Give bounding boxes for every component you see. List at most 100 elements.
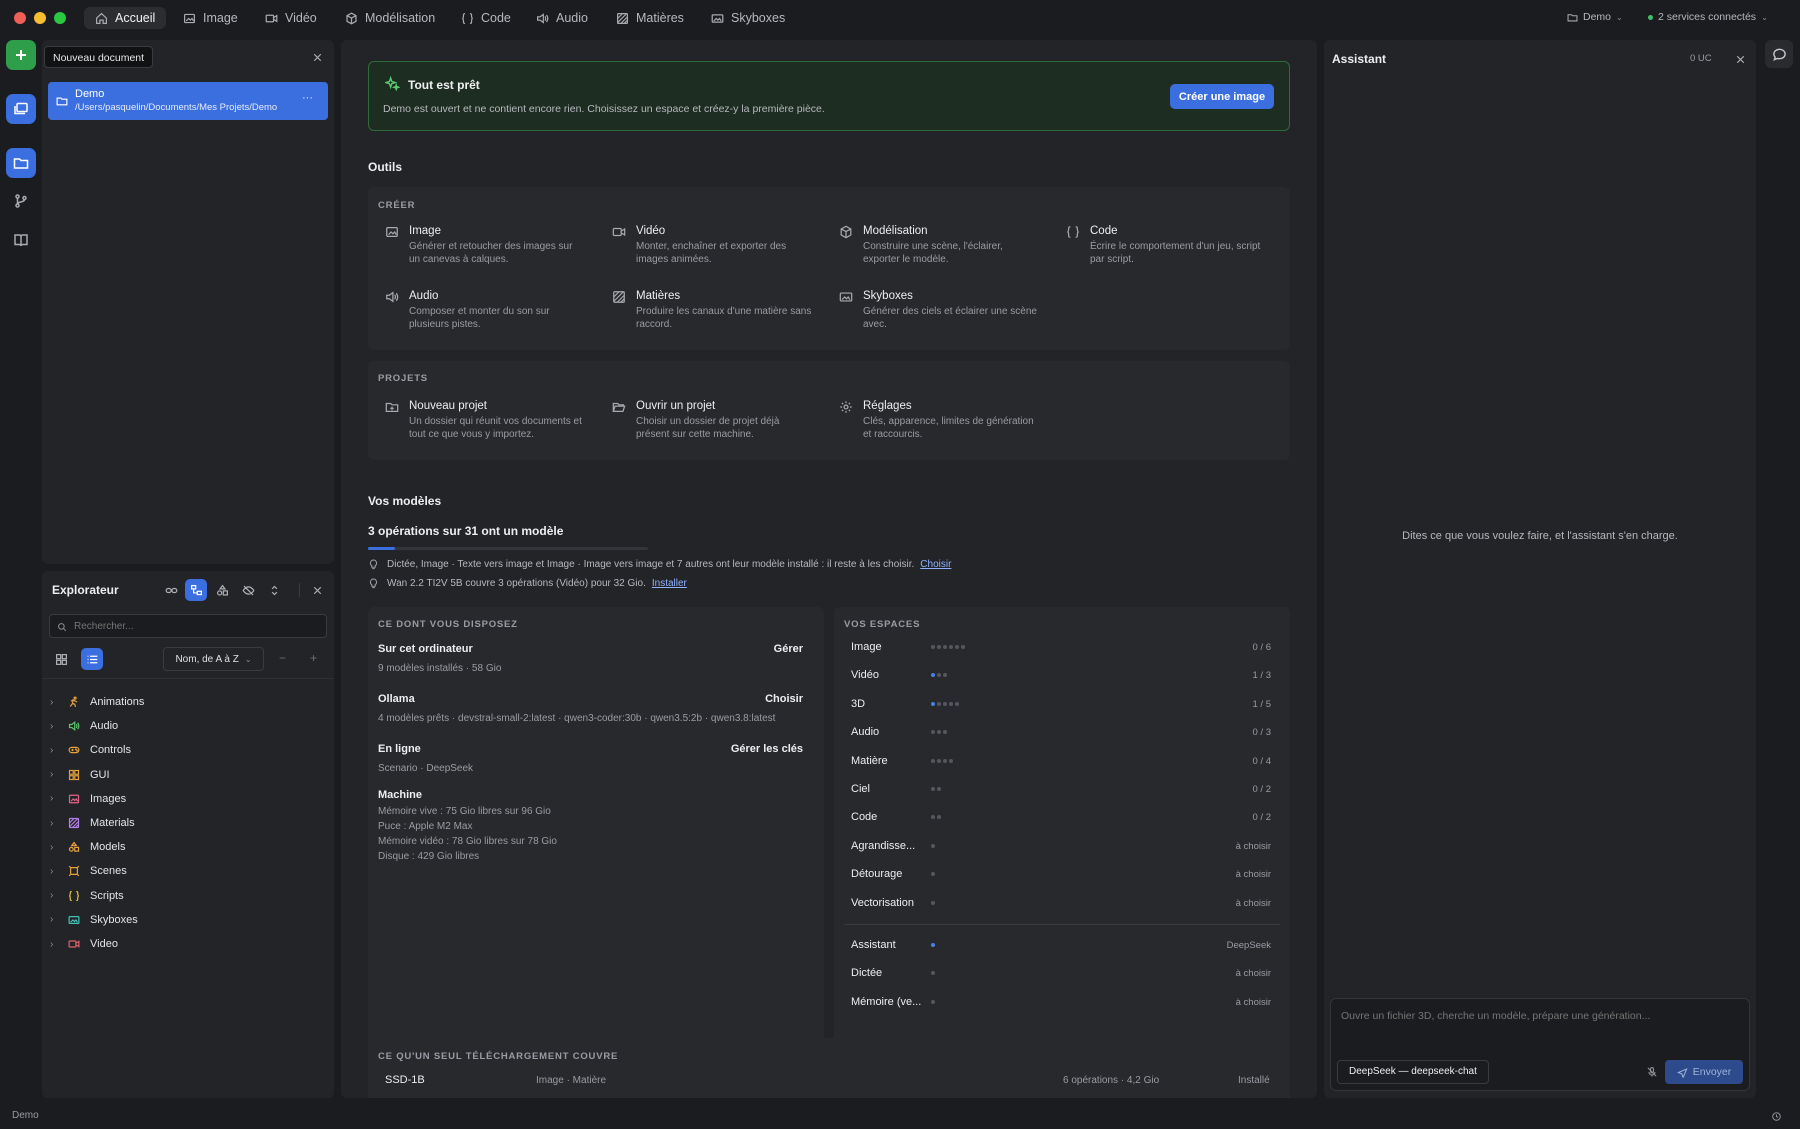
tab-code[interactable]: Code bbox=[450, 7, 522, 29]
search-input[interactable] bbox=[49, 614, 327, 638]
tree-item[interactable]: › Audio bbox=[50, 716, 118, 736]
divider bbox=[844, 924, 1280, 925]
space-name: Image bbox=[851, 641, 882, 653]
space-name: Détourage bbox=[851, 868, 903, 881]
tree-item[interactable]: › Animations bbox=[50, 692, 144, 712]
video-icon bbox=[68, 940, 80, 948]
status-dot bbox=[955, 645, 959, 649]
hide-button[interactable] bbox=[237, 579, 259, 601]
tool-braces[interactable]: Code Écrire le comportement d'un jeu, scr… bbox=[1067, 225, 1300, 266]
tree-item[interactable]: › Controls bbox=[50, 740, 131, 760]
history-icon[interactable] bbox=[1771, 1111, 1782, 1122]
close-window-button[interactable] bbox=[14, 12, 26, 24]
tree-item[interactable]: › GUI bbox=[50, 765, 110, 785]
maximize-window-button[interactable] bbox=[54, 12, 66, 24]
project-item-demo[interactable]: Demo /Users/pasquelin/Documents/Mes Proj… bbox=[48, 82, 328, 120]
speaker-icon bbox=[537, 12, 549, 24]
space-dots bbox=[931, 673, 947, 678]
space-dots bbox=[931, 701, 959, 706]
project-action-2[interactable]: Réglages Clés, apparence, limites de géné… bbox=[840, 400, 1073, 441]
tree-item[interactable]: › Models bbox=[50, 837, 125, 857]
status-dot-icon bbox=[1648, 14, 1653, 20]
tool-texture[interactable]: Matières Produire les canaux d'une matièr… bbox=[613, 290, 846, 331]
space-dots bbox=[931, 815, 941, 820]
tab-modelisation[interactable]: Modélisation bbox=[334, 7, 446, 29]
space-value: 1 / 3 bbox=[1252, 670, 1272, 682]
tab-skyboxes[interactable]: Skyboxes bbox=[700, 7, 796, 29]
project-menu[interactable]: Demo ⌄ bbox=[1567, 11, 1623, 23]
tab-accueil[interactable]: Accueil bbox=[84, 7, 167, 29]
models-hint-2: Wan 2.2 TI2V 5B couvre 3 opérations (Vid… bbox=[387, 578, 687, 589]
tool-panorama[interactable]: Skyboxes Générer des ciels et éclairer un… bbox=[839, 290, 1073, 331]
manage-keys-button[interactable]: Gérer les clés bbox=[731, 743, 803, 755]
services-status[interactable]: 2 services connectés ⌄ bbox=[1648, 11, 1768, 23]
project-action-1[interactable]: Ouvrir un projet Choisir un dossier de pr… bbox=[612, 400, 846, 441]
computer-detail: 9 modèles installés · 58 Gio bbox=[378, 663, 502, 674]
tab-video[interactable]: Vidéo bbox=[254, 7, 328, 29]
link-button[interactable] bbox=[160, 579, 182, 601]
download-card-body: CE QU'UN SEUL TÉLÉCHARGEMENT COUVRE SSD-… bbox=[368, 1038, 1290, 1098]
models-hint-1: Dictée, Image · Texte vers image et Imag… bbox=[387, 559, 952, 570]
tab-image[interactable]: Image bbox=[172, 7, 249, 29]
tool-image[interactable]: Image Générer et retoucher des images sur… bbox=[386, 225, 619, 266]
space-name: 3D bbox=[851, 697, 866, 710]
tree-item[interactable]: › Skyboxes bbox=[50, 910, 138, 930]
more-options-button[interactable]: ··· bbox=[302, 92, 313, 104]
grid-view-button[interactable] bbox=[50, 648, 72, 670]
explorer-title: Explorateur bbox=[52, 583, 119, 597]
install-link[interactable]: Installer bbox=[652, 578, 687, 589]
collapse-button[interactable] bbox=[263, 579, 285, 601]
status-dot bbox=[961, 645, 965, 649]
documents-view-button[interactable] bbox=[6, 94, 36, 124]
tree-view-button[interactable] bbox=[185, 579, 207, 601]
new-document-button[interactable] bbox=[6, 40, 36, 70]
resources-label: CE DONT VOUS DISPOSEZ bbox=[378, 619, 518, 630]
close-explorer-button[interactable] bbox=[306, 579, 328, 601]
assistant-input[interactable] bbox=[1331, 999, 1749, 1049]
project-name: Demo bbox=[75, 88, 105, 100]
space-value: 1 / 5 bbox=[1252, 698, 1272, 710]
download-ops: 6 opérations · 4,2 Gio bbox=[1063, 1075, 1160, 1086]
tab-audio[interactable]: Audio bbox=[525, 7, 599, 29]
close-panel-button[interactable] bbox=[306, 46, 328, 68]
project-action-0[interactable]: Nouveau projet Un dossier qui réunit vos … bbox=[385, 400, 619, 441]
tree-item[interactable]: › Materials bbox=[50, 813, 135, 833]
send-button[interactable]: Envoyer bbox=[1665, 1060, 1743, 1084]
tab-matieres[interactable]: Matières bbox=[605, 7, 695, 29]
explorer-view-button[interactable] bbox=[6, 148, 36, 178]
tree-item[interactable]: › Images bbox=[50, 789, 126, 809]
library-button[interactable] bbox=[6, 225, 36, 255]
zoom-in-button[interactable]: + bbox=[310, 651, 317, 665]
tree-item[interactable]: › Scripts bbox=[50, 886, 124, 906]
tool-cube[interactable]: Modélisation Construire une scène, l'écla… bbox=[840, 225, 1073, 266]
choose-button[interactable]: Choisir bbox=[765, 693, 803, 705]
mic-off-icon[interactable] bbox=[1646, 1066, 1658, 1078]
minimize-window-button[interactable] bbox=[34, 12, 46, 24]
chevron-right-icon: › bbox=[50, 817, 54, 829]
zoom-out-button[interactable]: − bbox=[279, 651, 286, 665]
close-assistant-button[interactable] bbox=[1729, 48, 1751, 70]
tree-item[interactable]: › Video bbox=[50, 934, 118, 954]
ready-banner: Tout est prêt Demo est ouvert et ne cont… bbox=[368, 61, 1290, 131]
space-dots bbox=[931, 900, 935, 905]
tool-speaker[interactable]: Audio Composer et monter du son sur plusie… bbox=[386, 290, 619, 331]
spaces-label: VOS ESPACES bbox=[844, 619, 921, 630]
source-control-button[interactable] bbox=[6, 186, 36, 216]
model-select[interactable]: DeepSeek — deepseek-chat bbox=[1337, 1060, 1489, 1084]
panorama-icon bbox=[839, 292, 853, 302]
space-name: Dictée bbox=[851, 967, 883, 980]
close-icon bbox=[313, 586, 321, 594]
shapes-filter-button[interactable] bbox=[211, 579, 233, 601]
choose-link[interactable]: Choisir bbox=[920, 559, 951, 570]
space-dots bbox=[931, 758, 953, 763]
create-image-button[interactable]: Créer une image bbox=[1170, 84, 1274, 109]
status-dot bbox=[955, 701, 959, 706]
chevron-right-icon: › bbox=[50, 769, 54, 781]
tool-video[interactable]: Vidéo Monter, enchaîner et exporter des im… bbox=[612, 225, 846, 266]
chat-toggle-button[interactable] bbox=[1765, 40, 1793, 68]
list-view-button[interactable] bbox=[81, 648, 103, 670]
sort-select[interactable]: Nom, de A à Z ⌄ bbox=[163, 647, 264, 671]
manage-button[interactable]: Gérer bbox=[774, 643, 803, 655]
tree-item[interactable]: › Scenes bbox=[50, 861, 127, 881]
chevron-right-icon: › bbox=[50, 696, 54, 708]
